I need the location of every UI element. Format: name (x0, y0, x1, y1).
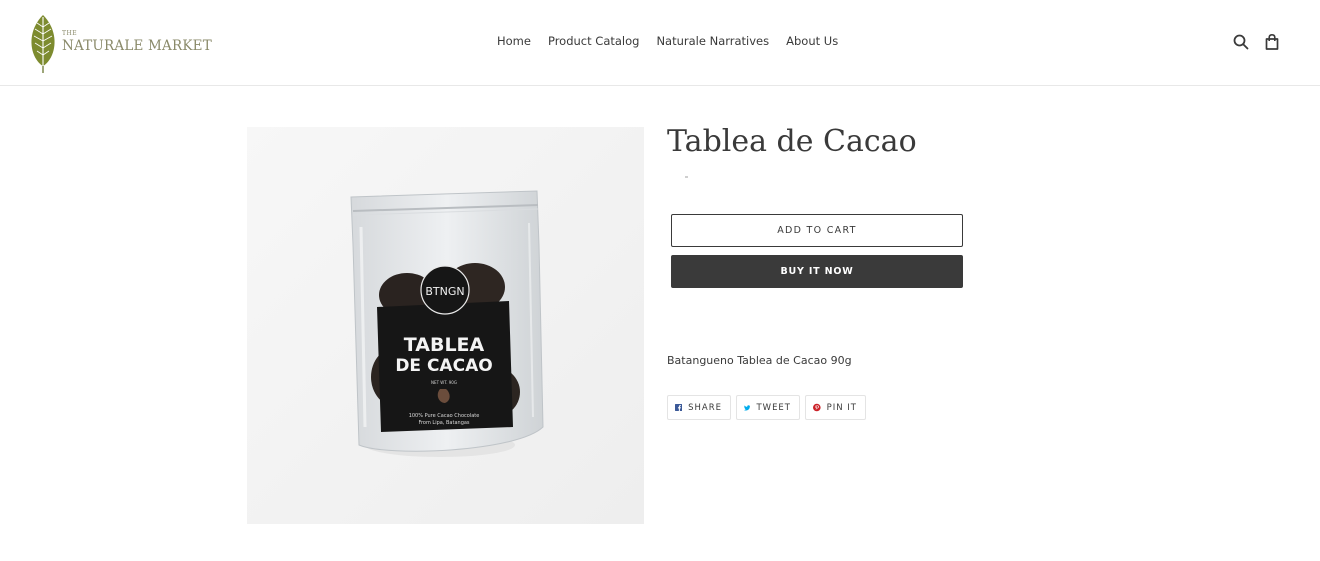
bag-tagline1: 100% Pure Cacao Chocolate (409, 413, 480, 419)
share-twitter-button[interactable]: TWEET (736, 395, 800, 420)
bag-brand: BTNGN (425, 285, 464, 298)
share-facebook-label: SHARE (688, 402, 722, 413)
product-photo: BTNGN TABLEA DE CACAO NET WT. 90G 100% P… (247, 127, 644, 524)
nav-about-us[interactable]: About Us (786, 34, 838, 48)
shopping-bag-icon[interactable] (1263, 33, 1281, 51)
site-header: THE NATURALE MARKET Home Product Catalog… (0, 0, 1320, 86)
add-to-cart-button[interactable]: ADD TO CART (671, 214, 963, 247)
nav-home[interactable]: Home (497, 34, 531, 48)
logo-text: THE NATURALE MARKET (62, 30, 212, 54)
product-title: Tablea de Cacao (667, 124, 917, 159)
search-icon[interactable] (1232, 33, 1250, 51)
bag-line1: TABLEA (404, 334, 485, 356)
pinterest-icon (813, 403, 821, 412)
leaf-logo-icon (31, 15, 55, 73)
product-image[interactable]: BTNGN TABLEA DE CACAO NET WT. 90G 100% P… (247, 127, 644, 524)
share-pinterest-label: PIN IT (826, 402, 857, 413)
main-nav: Home Product Catalog Naturale Narratives… (497, 34, 838, 48)
logo-name: NATURALE MARKET (62, 38, 212, 54)
share-pinterest-button[interactable]: PIN IT (805, 395, 866, 420)
buy-it-now-button[interactable]: BUY IT NOW (671, 255, 963, 288)
nav-naturale-narratives[interactable]: Naturale Narratives (656, 34, 769, 48)
product-description: Batangueno Tablea de Cacao 90g (667, 354, 852, 367)
product-price-placeholder (685, 176, 688, 178)
bag-line2: DE CACAO (395, 356, 492, 376)
share-twitter-label: TWEET (756, 402, 791, 413)
share-facebook-button[interactable]: SHARE (667, 395, 731, 420)
logo-the: THE (62, 30, 78, 37)
bag-weight: NET WT. 90G (431, 380, 457, 385)
facebook-icon (675, 403, 683, 412)
nav-product-catalog[interactable]: Product Catalog (548, 34, 639, 48)
bag-tagline2: From Lipa, Batangas (418, 420, 469, 426)
site-logo[interactable]: THE NATURALE MARKET (28, 12, 212, 74)
twitter-icon (744, 404, 751, 411)
